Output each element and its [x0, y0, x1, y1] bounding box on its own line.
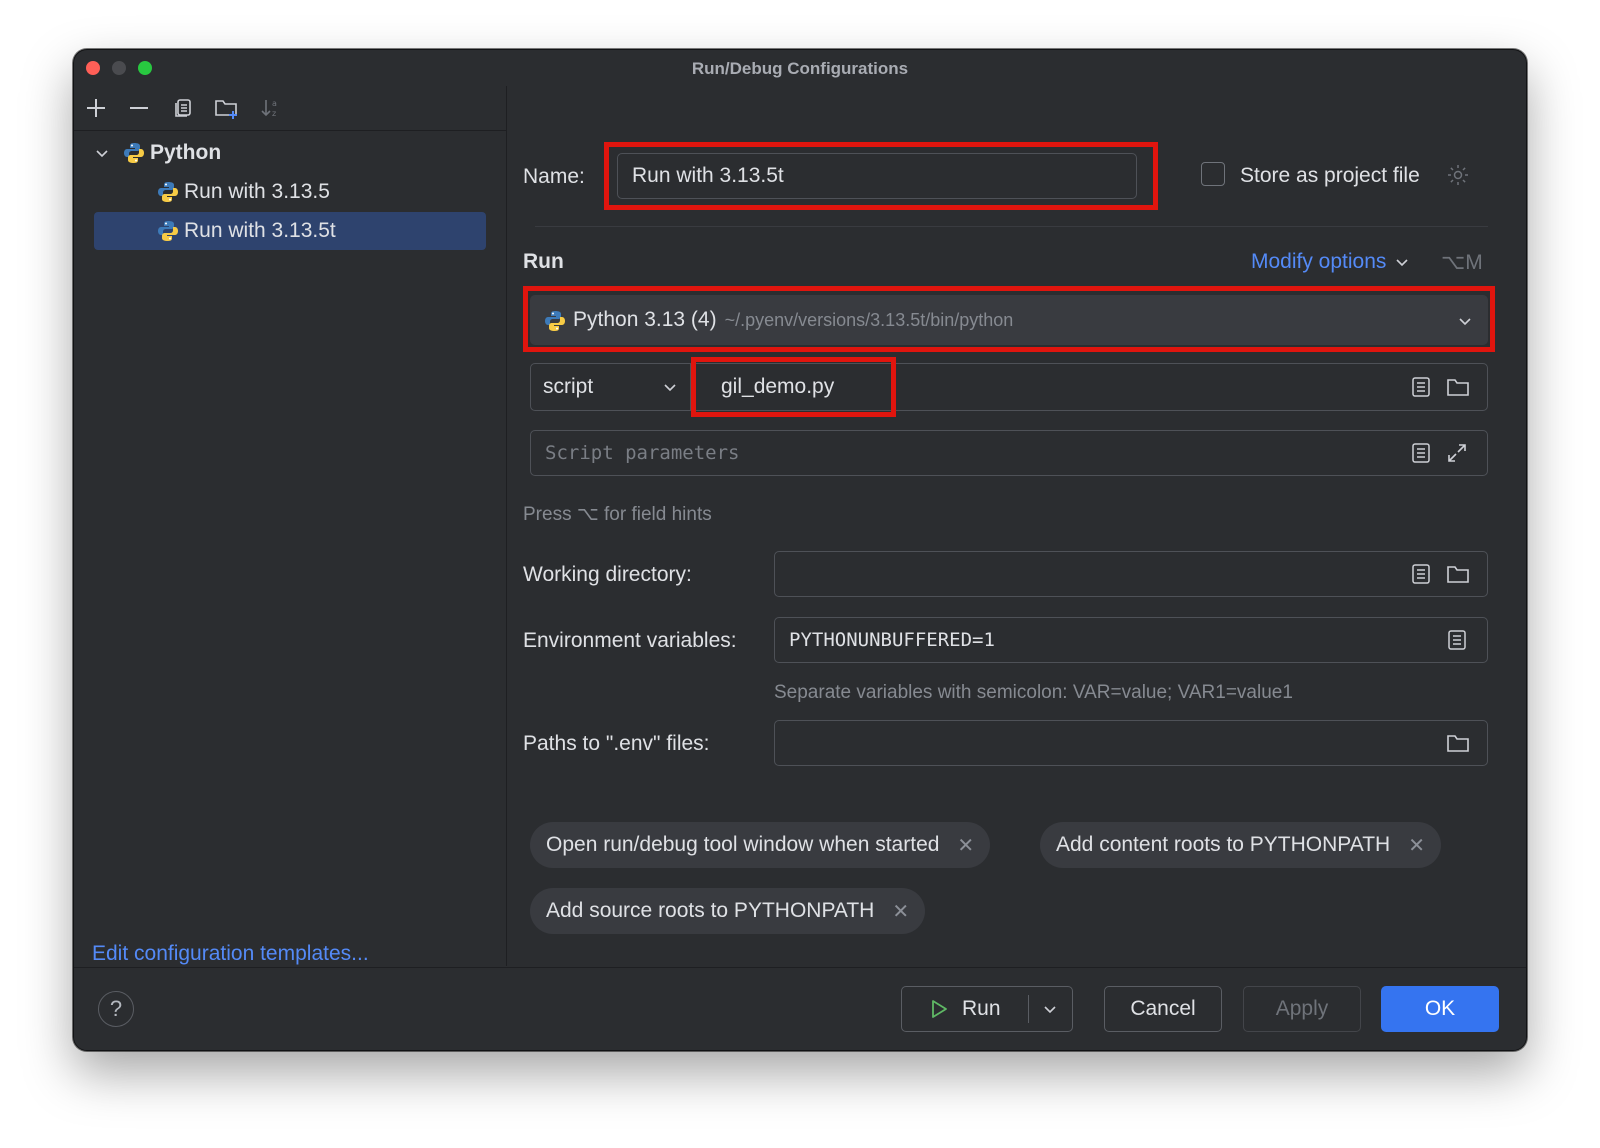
dotenv-paths-input[interactable]	[774, 720, 1488, 766]
close-icon[interactable]: ✕	[892, 899, 909, 924]
copy-configuration-button[interactable]	[169, 94, 197, 122]
add-configuration-button[interactable]	[82, 94, 110, 122]
title-bar: Run/Debug Configurations	[74, 50, 1526, 86]
list-icon[interactable]	[1410, 376, 1432, 398]
chevron-down-icon	[96, 150, 108, 158]
apply-button[interactable]: Apply	[1243, 986, 1361, 1032]
run-button-label: Run	[962, 997, 1001, 1020]
folder-icon[interactable]	[1446, 563, 1470, 585]
gear-icon[interactable]	[1446, 163, 1470, 187]
close-icon[interactable]: ✕	[957, 833, 974, 858]
target-type-select[interactable]: script	[530, 363, 690, 411]
run-debug-dialog: Run/Debug Configurations az Python Run w…	[73, 49, 1527, 1051]
option-chip[interactable]: Add content roots to PYTHONPATH ✕	[1040, 822, 1441, 868]
edit-templates-link[interactable]: Edit configuration templates...	[92, 942, 369, 966]
svg-text:z: z	[272, 109, 276, 118]
option-chip[interactable]: Add source roots to PYTHONPATH ✕	[530, 888, 926, 934]
apply-button-label: Apply	[1275, 997, 1329, 1020]
add-icon	[87, 99, 105, 117]
option-chip-label: Add source roots to PYTHONPATH	[546, 899, 875, 922]
chevron-down-icon	[1396, 259, 1408, 267]
tree-group-python[interactable]: Python	[94, 134, 484, 172]
tree-item-run-3135[interactable]: Run with 3.13.5	[156, 173, 486, 211]
ok-button[interactable]: OK	[1381, 986, 1499, 1032]
python-icon	[158, 182, 178, 202]
play-icon	[932, 1000, 947, 1018]
option-chip-label: Open run/debug tool window when started	[546, 833, 940, 856]
new-folder-icon	[215, 100, 237, 119]
modify-options-label: Modify options	[1251, 250, 1387, 273]
run-split-button[interactable]: Run	[901, 986, 1073, 1032]
copy-icon	[175, 99, 191, 117]
store-as-project-label: Store as project file	[1240, 164, 1420, 187]
target-type-value: script	[543, 375, 594, 398]
environment-variables-value: PYTHONUNBUFFERED=1	[789, 629, 995, 651]
python-icon	[124, 143, 144, 163]
sort-button[interactable]: az	[257, 94, 285, 122]
environment-variables-hint: Separate variables with semicolon: VAR=v…	[774, 682, 1293, 703]
script-parameters-placeholder: Script parameters	[545, 442, 740, 464]
tree-item-label: Run with 3.13.5	[184, 180, 330, 203]
highlight-box-interpreter	[523, 286, 1495, 352]
chevron-down-icon[interactable]	[1042, 1001, 1058, 1017]
working-directory-label: Working directory:	[523, 563, 692, 586]
environment-variables-input[interactable]: PYTHONUNBUFFERED=1	[774, 617, 1488, 663]
new-folder-button[interactable]	[213, 94, 241, 122]
tree-group-label: Python	[150, 141, 222, 164]
list-icon[interactable]	[1410, 563, 1432, 585]
sidebar-toolbar: az	[74, 86, 506, 131]
name-label: Name:	[523, 165, 585, 188]
help-button[interactable]: ?	[98, 991, 134, 1027]
option-chip-label: Add content roots to PYTHONPATH	[1056, 833, 1391, 856]
configurations-sidebar: az Python Run with 3.13.5 Run with 3.13.…	[74, 86, 507, 966]
sort-icon: az	[261, 99, 277, 118]
remove-configuration-button[interactable]	[125, 94, 153, 122]
help-icon: ?	[109, 996, 123, 1021]
working-directory-input[interactable]	[774, 551, 1488, 597]
modify-options-shortcut: ⌥M	[1441, 251, 1483, 274]
divider	[1028, 995, 1029, 1023]
python-icon	[158, 221, 178, 241]
svg-text:a: a	[272, 99, 277, 108]
tree-item-label: Run with 3.13.5t	[184, 219, 336, 242]
tree-item-run-3135t[interactable]: Run with 3.13.5t	[94, 212, 486, 250]
configuration-form: Name: Run with 3.13.5t Store as project …	[506, 86, 1526, 966]
highlight-box-name	[604, 142, 1158, 210]
run-section-title: Run	[523, 250, 564, 273]
cancel-button[interactable]: Cancel	[1104, 986, 1222, 1032]
highlight-box-script	[691, 357, 896, 417]
folder-icon[interactable]	[1446, 732, 1470, 754]
dialog-button-bar: ? Run Cancel Apply OK	[74, 967, 1526, 1050]
separator	[535, 226, 1488, 227]
environment-variables-label: Environment variables:	[523, 629, 737, 652]
chevron-down-icon	[664, 384, 676, 392]
store-as-project-checkbox[interactable]	[1201, 162, 1225, 186]
list-icon[interactable]	[1410, 442, 1432, 464]
close-icon[interactable]: ✕	[1408, 833, 1425, 858]
expand-icon[interactable]	[1446, 442, 1468, 464]
option-chip[interactable]: Open run/debug tool window when started …	[530, 822, 991, 868]
window-title: Run/Debug Configurations	[691, 59, 909, 78]
cancel-button-label: Cancel	[1130, 997, 1196, 1020]
modify-options-link[interactable]: Modify options	[1251, 250, 1410, 274]
ok-button-label: OK	[1424, 997, 1456, 1020]
script-parameters-input[interactable]: Script parameters	[530, 430, 1488, 476]
folder-icon[interactable]	[1446, 376, 1470, 398]
field-hints-text: Press ⌥ for field hints	[523, 504, 712, 525]
dotenv-paths-label: Paths to ".env" files:	[523, 732, 710, 755]
list-icon[interactable]	[1446, 629, 1468, 651]
remove-icon	[130, 107, 148, 109]
